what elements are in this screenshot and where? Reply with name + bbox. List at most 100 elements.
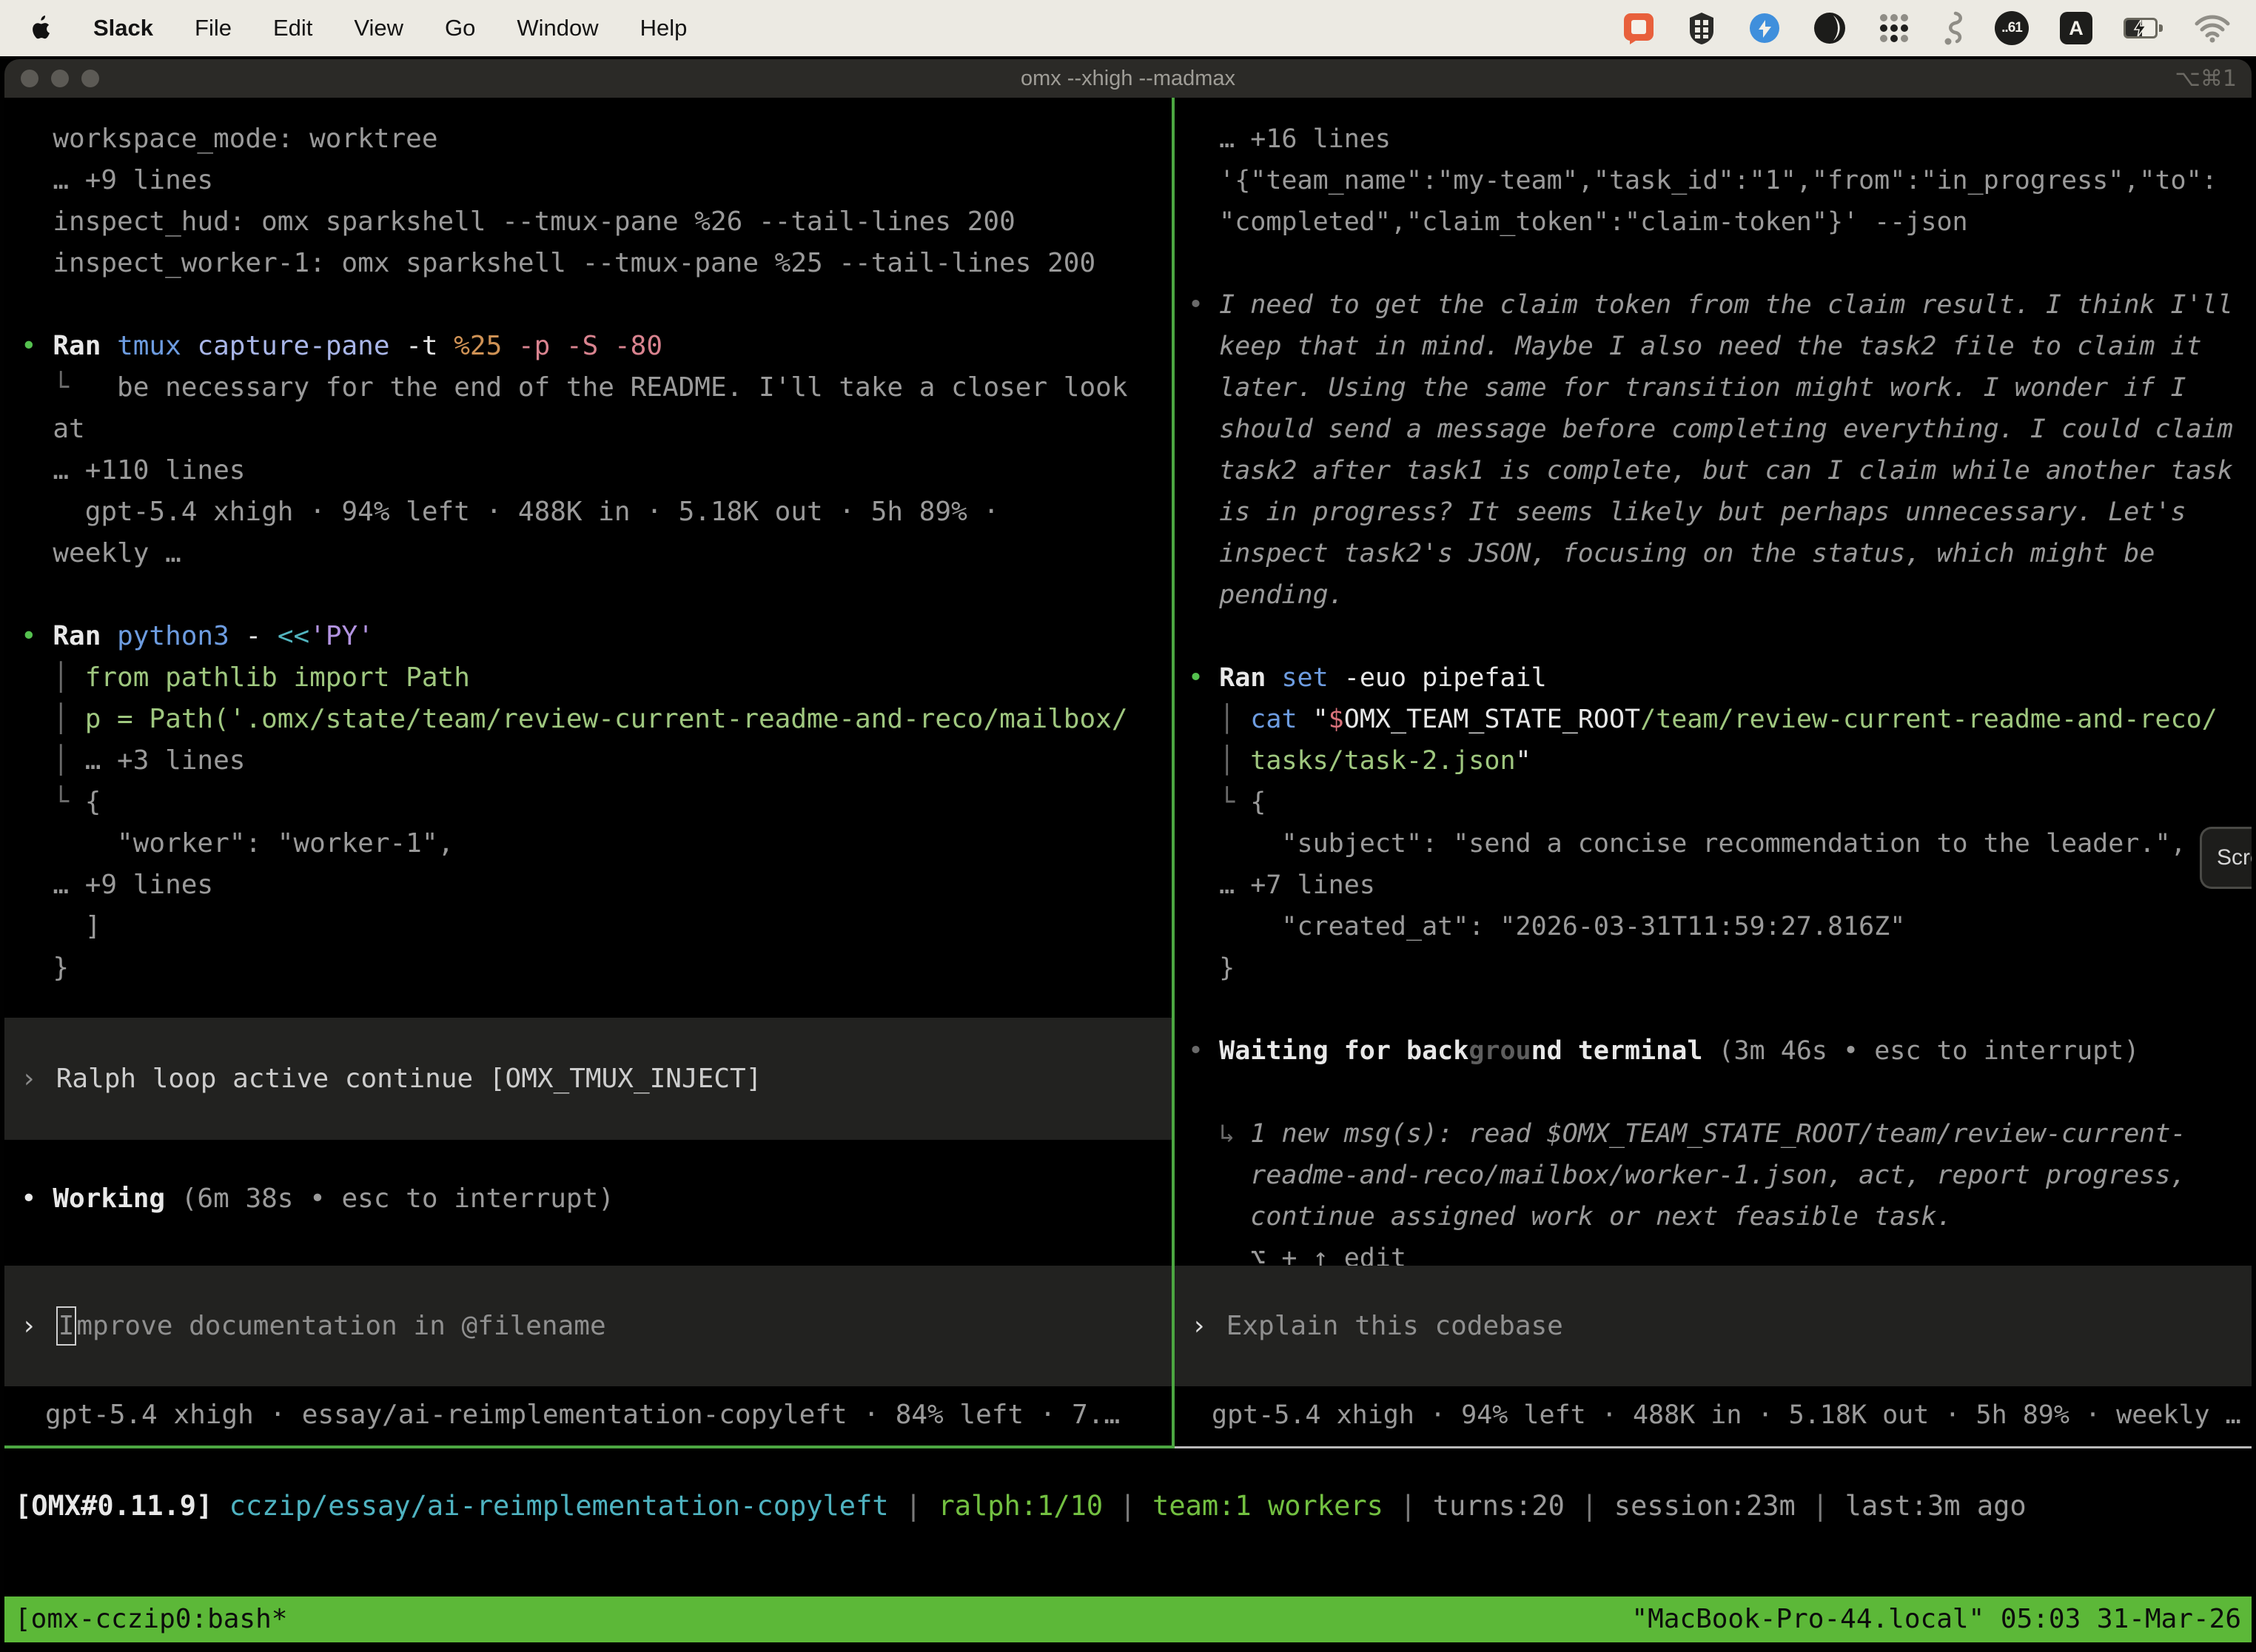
- pane-left[interactable]: workspace_mode: worktree … +9 lines insp…: [4, 98, 1172, 1448]
- terminal-line: [21, 284, 1172, 326]
- terminal-line: "subject": "send a concise recommendatio…: [1188, 823, 2252, 864]
- terminal-line: [1188, 1072, 2252, 1113]
- terminal-line: • Ran set -euo pipefail: [1188, 657, 2252, 699]
- menu-bar-status-icons: ..61 A: [1622, 10, 2231, 46]
- right-terminal-lines: … +16 lines '{"team_name":"my-team","tas…: [1175, 98, 2252, 1279]
- menu-bar-left: Slack File Edit View Go Window Help: [25, 13, 687, 44]
- battery-icon[interactable]: [2124, 18, 2163, 38]
- terminal-line: workspace_mode: worktree: [21, 118, 1172, 160]
- terminal-line: ↳ 1 new msg(s): read $OMX_TEAM_STATE_ROO…: [1188, 1113, 2252, 1155]
- terminal-line: }: [21, 947, 1172, 989]
- battery-body: [2124, 18, 2158, 38]
- terminal-line: … +110 lines: [21, 450, 1172, 491]
- terminal-line: later. Using the same for transition mig…: [1188, 367, 2252, 409]
- left-input-prompt: ›: [21, 1311, 37, 1341]
- terminal-line: should send a message before completing …: [1188, 409, 2252, 450]
- terminal-line: pending.: [1188, 574, 2252, 616]
- zoom-button[interactable]: [81, 70, 99, 87]
- terminal-line: inspect task2's JSON, focusing on the st…: [1188, 533, 2252, 574]
- terminal-line: [1188, 989, 2252, 1030]
- terminal-line: • Waiting for background terminal (3m 46…: [1188, 1030, 2252, 1072]
- terminal-line: ]: [21, 906, 1172, 947]
- banner-prompt: ›: [21, 1058, 37, 1100]
- window-shortcut: ⌥⌘1: [2175, 66, 2252, 92]
- terminal-line: continue assigned work or next feasible …: [1188, 1196, 2252, 1238]
- dots-grid-icon[interactable]: [1878, 12, 1910, 44]
- screen-notification-overlay: Scre: [2200, 827, 2252, 889]
- left-status-line: gpt-5.4 xhigh · essay/ai-reimplementatio…: [4, 1394, 1120, 1436]
- right-input-prompt: ›: [1191, 1311, 1207, 1341]
- terminal-line: weekly …: [21, 533, 1172, 574]
- terminal-line: • I need to get the claim token from the…: [1188, 284, 2252, 326]
- minimize-button[interactable]: [51, 70, 69, 87]
- tmux-session-label[interactable]: [omx-cczip0:bash*: [15, 1596, 287, 1642]
- terminal-line: is in progress? It seems likely but perh…: [1188, 491, 2252, 533]
- wifi-icon[interactable]: [2194, 13, 2231, 43]
- timer-badge-icon[interactable]: ..61: [1995, 11, 2029, 45]
- terminal-line: │ from pathlib import Path: [21, 657, 1172, 699]
- terminal-line: [OMX#0.11.9] cczip/essay/ai-reimplementa…: [15, 1485, 2252, 1527]
- terminal-line: [21, 574, 1172, 616]
- squiggle-icon[interactable]: [1941, 10, 1964, 46]
- terminal-line: "completed","claim_token":"claim-token"}…: [1188, 201, 2252, 243]
- menu-item-edit[interactable]: Edit: [273, 15, 312, 41]
- terminal-line: inspect_hud: omx sparkshell --tmux-pane …: [21, 201, 1172, 243]
- banner-text: Ralph loop active continue [OMX_TMUX_INJ…: [56, 1058, 762, 1100]
- terminal-line: … +9 lines: [21, 160, 1172, 201]
- window-titlebar[interactable]: omx --xhigh --madmax ⌥⌘1: [4, 59, 2252, 98]
- terminal-line: │ tasks/task-2.json": [1188, 740, 2252, 782]
- terminal-line: │ … +3 lines: [21, 740, 1172, 782]
- terminal-line: [1188, 616, 2252, 657]
- terminal-line: "worker": "worker-1",: [21, 823, 1172, 864]
- blue-badge-icon[interactable]: [1748, 11, 1782, 45]
- crescent-circle-icon[interactable]: [1813, 11, 1847, 45]
- omx-status-line: [OMX#0.11.9] cczip/essay/ai-reimplementa…: [4, 1448, 2252, 1596]
- left-terminal-lines: workspace_mode: worktree … +9 lines insp…: [4, 98, 1172, 989]
- terminal-line: • Working (6m 38s • esc to interrupt): [21, 1178, 614, 1220]
- menu-item-view[interactable]: View: [354, 15, 403, 41]
- battery-nub: [2159, 24, 2163, 32]
- charging-bolt-icon: [2132, 19, 2149, 38]
- terminal-line: └ {: [21, 782, 1172, 823]
- menu-item-help[interactable]: Help: [640, 15, 688, 41]
- menu-item-window[interactable]: Window: [517, 15, 598, 41]
- terminal-line: [1188, 243, 2252, 284]
- terminal-line: • Ran tmux capture-pane -t %25 -p -S -80: [21, 326, 1172, 367]
- pane-right[interactable]: … +16 lines '{"team_name":"my-team","tas…: [1175, 98, 2252, 1448]
- terminal-line: └ {: [1188, 782, 2252, 823]
- terminal-line: … +7 lines: [1188, 864, 2252, 906]
- right-input-bar[interactable]: › Explain this codebase: [1175, 1266, 2252, 1386]
- terminal-line: task2 after task1 is complete, but can I…: [1188, 450, 2252, 491]
- right-status-line: gpt-5.4 xhigh · 94% left · 488K in · 5.1…: [1175, 1394, 2241, 1436]
- terminal-line: at: [21, 409, 1172, 450]
- menu-bar: Slack File Edit View Go Window Help: [0, 0, 2256, 56]
- menu-item-go[interactable]: Go: [445, 15, 475, 41]
- menu-item-file[interactable]: File: [195, 15, 232, 41]
- text-cursor: I: [56, 1306, 77, 1346]
- terminal-line: inspect_worker-1: omx sparkshell --tmux-…: [21, 243, 1172, 284]
- window-bottom-strip: [4, 1642, 2252, 1652]
- menu-app-name[interactable]: Slack: [93, 15, 153, 41]
- terminal-line: … +16 lines: [1188, 118, 2252, 160]
- terminal-line: │ cat "$OMX_TEAM_STATE_ROOT/team/review-…: [1188, 699, 2252, 740]
- terminal-line: }: [1188, 947, 2252, 989]
- close-button[interactable]: [21, 70, 38, 87]
- terminal-line: … +9 lines: [21, 864, 1172, 906]
- apple-logo: [25, 13, 52, 44]
- traffic-lights: [4, 70, 99, 87]
- left-input-placeholder: mprove documentation in @filename: [76, 1311, 605, 1341]
- apple-menu-icon[interactable]: [25, 13, 52, 44]
- right-input-placeholder: Explain this codebase: [1226, 1311, 1563, 1341]
- left-input-bar[interactable]: › Improve documentation in @filename: [4, 1266, 1172, 1386]
- terminal-line: readme-and-reco/mailbox/worker-1.json, a…: [1188, 1155, 2252, 1196]
- terminal-line: keep that in mind. Maybe I also need the…: [1188, 326, 2252, 367]
- terminal-window: omx --xhigh --madmax ⌥⌘1 workspace_mode:…: [4, 59, 2252, 1652]
- terminal-line: • Ran python3 - <<'PY': [21, 616, 1172, 657]
- chat-app-icon[interactable]: [1622, 11, 1656, 45]
- a-app-icon[interactable]: A: [2060, 12, 2092, 44]
- terminal-line: "created_at": "2026-03-31T11:59:27.816Z": [1188, 906, 2252, 947]
- shield-grid-icon[interactable]: [1687, 11, 1716, 45]
- screen: Slack File Edit View Go Window Help: [0, 0, 2256, 1652]
- tmux-host-time: "MacBook-Pro-44.local" 05:03 31-Mar-26: [1631, 1596, 2241, 1642]
- ralph-loop-banner: › Ralph loop active continue [OMX_TMUX_IN…: [4, 1018, 1172, 1140]
